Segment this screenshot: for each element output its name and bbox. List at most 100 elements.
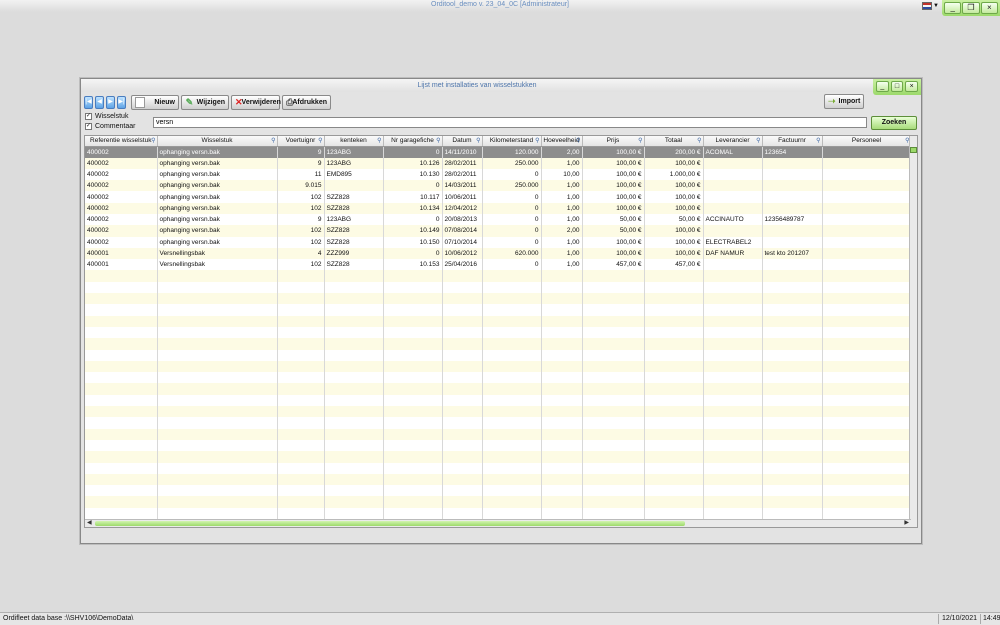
empty-cell [582,372,645,384]
table-cell [822,146,912,158]
table-row[interactable]: 400002 ophanging versn.bak 9.015 0 14/03/201… [85,180,912,192]
table-row[interactable]: 400002 ophanging versn.bak 9 123ABG 0 20/08/2… [85,213,912,226]
commentaar-filter-label: Commentaar [95,123,136,130]
horizontal-scrollbar[interactable]: ◀ ▶ [85,519,911,527]
column-header[interactable]: Voertuignr ⚲ [277,136,325,147]
app-minimize-button[interactable]: _ [944,2,962,14]
previous-record-button[interactable]: ◀ [95,95,104,109]
scroll-left-icon[interactable]: ◀ [87,519,92,526]
empty-cell [324,360,384,373]
column-header[interactable]: Wisselstuk ⚲ [157,136,278,147]
empty-cell [822,349,912,361]
table-cell: 100,00 € [644,202,704,214]
table-cell [822,168,912,181]
column-header[interactable]: Prijs ⚲ [582,136,645,147]
table-row[interactable]: 400002 ophanging versn.bak 11 EMD895 10.130 2… [85,168,912,181]
empty-cell [157,428,278,440]
table-cell: 10,00 [541,168,583,181]
column-header[interactable]: Leverancier ⚲ [703,136,763,147]
scroll-right-icon[interactable]: ▶ [904,519,909,526]
table-row[interactable]: 400002 ophanging versn.bak 102 SZZ828 10.117… [85,191,912,203]
table-cell: 2,00 [541,146,583,158]
column-header[interactable]: Totaal ⚲ [644,136,704,147]
vertical-scrollbar[interactable] [909,136,917,527]
next-record-button[interactable]: ▶ [106,95,115,109]
empty-cell [822,428,912,440]
column-search-icon[interactable]: ⚲ [697,137,701,144]
empty-cell [762,281,823,294]
table-row[interactable]: 400001 Versnellingsbak 4 ZZZ999 0 10/06/2012 6… [85,247,912,260]
empty-cell [157,293,278,305]
table-cell: 0 [482,191,542,203]
column-header[interactable]: Personeel ⚲ [822,136,912,147]
language-selector[interactable]: ▼ [922,1,940,11]
empty-cell [703,473,763,486]
column-search-icon[interactable]: ⚲ [535,137,539,144]
table-row[interactable]: 400002 ophanging versn.bak 102 SZZ828 10.150… [85,236,912,248]
column-search-icon[interactable]: ⚲ [576,137,580,144]
last-record-button[interactable]: ▶| [117,95,126,109]
column-header[interactable]: kenteken ⚲ [324,136,384,147]
empty-cell [582,473,645,486]
dialog-close-button[interactable]: × [905,81,919,92]
empty-cell [383,496,443,508]
table-row[interactable]: 400002 ophanging versn.bak 102 SZZ828 10.134… [85,202,912,214]
empty-cell [324,485,384,497]
column-header[interactable]: Factuurnr ⚲ [762,136,823,147]
table-row[interactable]: 400002 ophanging versn.bak 9 123ABG 0 14/11/2… [85,146,912,158]
app-close-button[interactable]: × [980,2,998,14]
dialog-minimize-button[interactable]: _ [876,81,889,92]
column-header[interactable]: Datum ⚲ [442,136,483,147]
column-header[interactable]: Kilometerstand ⚲ [482,136,542,147]
table-cell: 0 [383,180,443,192]
empty-cell [277,383,325,395]
table-cell: ophanging versn.bak [157,202,278,214]
delete-button[interactable]: ✕ Verwijderen [231,94,281,110]
table-cell: 1.000,00 € [644,168,704,181]
table-cell: 07/10/2014 [442,236,483,248]
column-search-icon[interactable]: ⚲ [151,137,155,144]
commentaar-checkbox[interactable]: ✓ [85,123,92,130]
column-header[interactable]: Nr garagefiche ⚲ [383,136,443,147]
empty-cell [383,406,443,418]
table-cell [822,213,912,226]
table-cell: 400002 [85,191,158,203]
column-search-icon[interactable]: ⚲ [756,137,760,144]
column-search-icon[interactable]: ⚲ [638,137,642,144]
new-button[interactable]: Nieuw [131,94,179,110]
table-row[interactable]: 400001 Versnellingsbak 102 SZZ828 10.153 25/0… [85,259,912,271]
table-row[interactable]: 400002 ophanging versn.bak 102 SZZ828 10.149… [85,225,912,237]
search-input[interactable] [153,117,867,128]
table-row[interactable]: 400002 ophanging versn.bak 9 123ABG 10.126 28… [85,157,912,169]
print-button[interactable]: ⎙ Afdrukken [282,94,331,110]
empty-cell [442,451,483,463]
table-cell: SZZ828 [324,225,384,237]
table-cell: 9 [277,157,325,169]
column-search-icon[interactable]: ⚲ [318,137,322,144]
column-search-icon[interactable]: ⚲ [476,137,480,144]
column-header[interactable]: Hoeveelheid ⚲ [541,136,583,147]
empty-cell [482,315,542,327]
first-record-button[interactable]: |◀ [84,95,93,109]
edit-button[interactable]: ✎ Wijzigen [181,94,229,110]
scroll-minus-icon[interactable] [910,147,917,153]
column-header-label: Wisselstuk [201,137,233,145]
dialog-maximize-button[interactable]: □ [890,81,904,92]
column-search-icon[interactable]: ⚲ [377,137,381,144]
search-button[interactable]: Zoeken [871,116,917,130]
column-header-label: Hoeveelheid [543,137,580,145]
app-restore-button[interactable]: ❐ [962,2,980,14]
column-search-icon[interactable]: ⚲ [271,137,275,144]
column-search-icon[interactable]: ⚲ [816,137,820,144]
table-cell: 1,00 [541,236,583,248]
empty-cell [442,372,483,384]
column-header[interactable]: Referentie wisselstuk ⚲ [85,136,158,147]
status-date: 12/10/2021 [937,614,980,624]
import-button[interactable]: ➝ Import [824,94,864,109]
column-search-icon[interactable]: ⚲ [436,137,440,144]
empty-cell [277,270,325,282]
column-header-label: Nr garagefiche [391,137,434,145]
horizontal-scroll-thumb[interactable] [95,521,685,526]
wisselstuk-checkbox[interactable]: ✓ [85,113,92,120]
empty-cell [703,406,763,418]
